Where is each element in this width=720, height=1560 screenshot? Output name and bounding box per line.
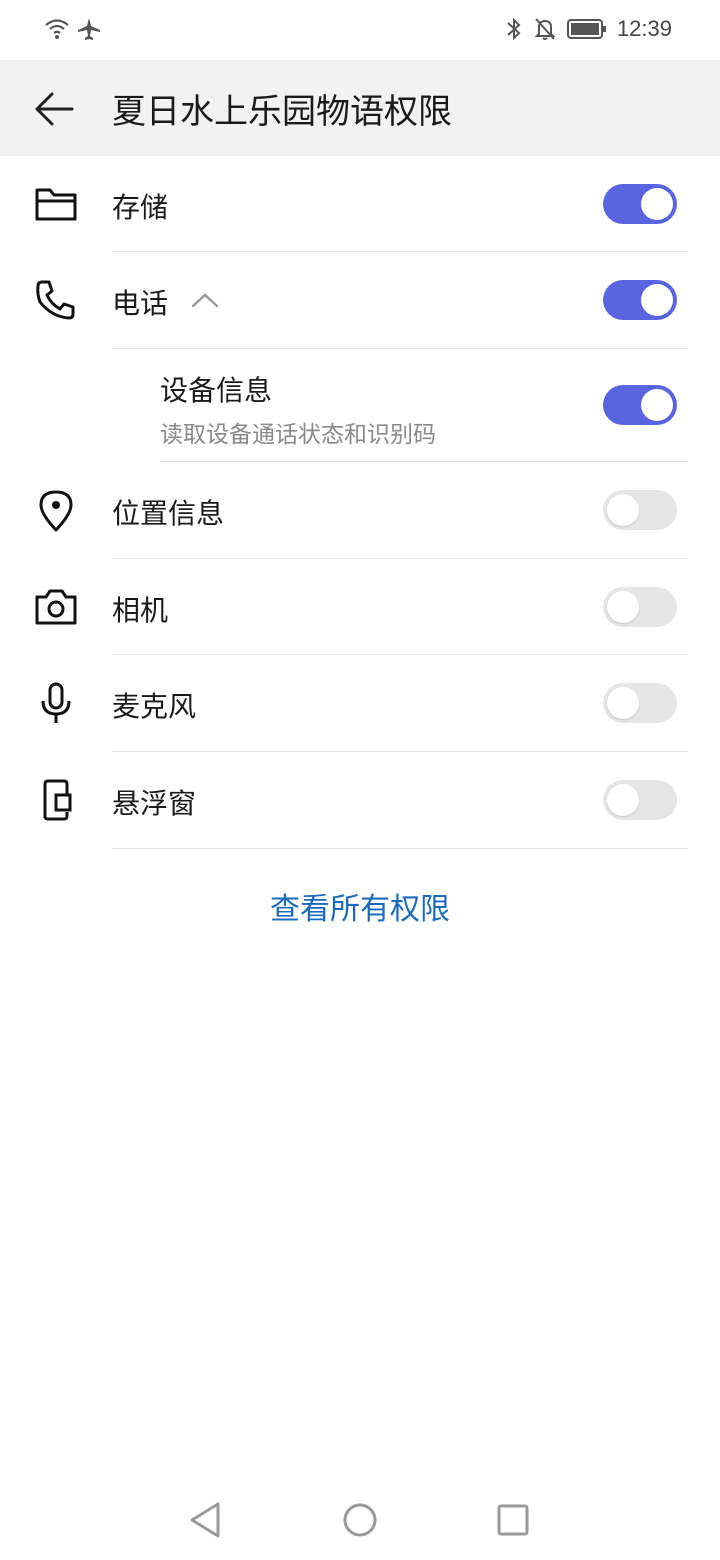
recents-square-icon[interactable] [493, 1500, 533, 1540]
toggle-knob [607, 784, 639, 816]
permission-row-camera[interactable]: 相机 [0, 559, 720, 655]
toggle-floating-window[interactable] [603, 780, 677, 820]
location-pin-icon [39, 490, 73, 532]
toggle-storage[interactable] [603, 184, 677, 224]
mute-notification-icon [534, 18, 556, 40]
toggle-knob [641, 188, 673, 220]
chevron-up-icon[interactable] [190, 290, 220, 310]
status-time: 12:39 [616, 16, 672, 41]
toggle-knob [641, 284, 673, 316]
permission-row-microphone[interactable]: 麦克风 [0, 655, 720, 752]
permission-label-phone: 电话 [112, 287, 169, 320]
permission-label-storage: 存储 [112, 191, 169, 224]
toggle-phone[interactable] [603, 280, 677, 320]
folder-icon [35, 188, 77, 221]
wifi-icon [45, 19, 69, 39]
system-nav-bar [0, 1480, 720, 1560]
phone-icon [36, 280, 75, 320]
camera-icon [35, 589, 77, 625]
status-left-icons [44, 16, 102, 42]
view-all-permissions-link[interactable]: 查看所有权限 [0, 884, 720, 928]
toggle-camera[interactable] [603, 587, 677, 627]
permission-label-microphone: 麦克风 [112, 690, 197, 723]
permission-desc-device-info: 读取设备通话状态和识别码 [160, 422, 436, 448]
toggle-knob [607, 591, 639, 623]
permission-label-camera: 相机 [112, 594, 169, 627]
permission-row-location[interactable]: 位置信息 [0, 462, 720, 559]
permission-label-location: 位置信息 [112, 497, 225, 530]
status-bar: 12:39 [0, 0, 720, 60]
permission-label-floating-window: 悬浮窗 [112, 787, 197, 820]
bluetooth-icon [507, 17, 521, 41]
divider [112, 848, 688, 849]
toggle-knob [641, 389, 673, 421]
battery-icon [566, 19, 606, 39]
toggle-device-info[interactable] [603, 385, 677, 425]
app-header: 夏日水上乐园物语权限 [0, 60, 720, 156]
back-arrow-icon[interactable] [28, 82, 82, 136]
permission-label-device-info: 设备信息 [160, 374, 273, 407]
page-title: 夏日水上乐园物语权限 [112, 92, 452, 132]
toggle-microphone[interactable] [603, 683, 677, 723]
microphone-icon [41, 682, 71, 723]
floating-window-icon [43, 779, 72, 821]
permission-row-device-info[interactable]: 设备信息 读取设备通话状态和识别码 [0, 349, 720, 462]
airplane-icon [78, 18, 100, 40]
home-circle-icon[interactable] [340, 1500, 380, 1540]
status-right-icons: 12:39 [505, 16, 672, 42]
toggle-knob [607, 687, 639, 719]
permission-row-floating-window[interactable]: 悬浮窗 [0, 752, 720, 849]
toggle-knob [607, 494, 639, 526]
toggle-location[interactable] [603, 490, 677, 530]
permission-row-storage[interactable]: 存储 [0, 156, 720, 252]
back-triangle-icon[interactable] [186, 1500, 226, 1540]
permission-row-phone[interactable]: 电话 [0, 252, 720, 349]
